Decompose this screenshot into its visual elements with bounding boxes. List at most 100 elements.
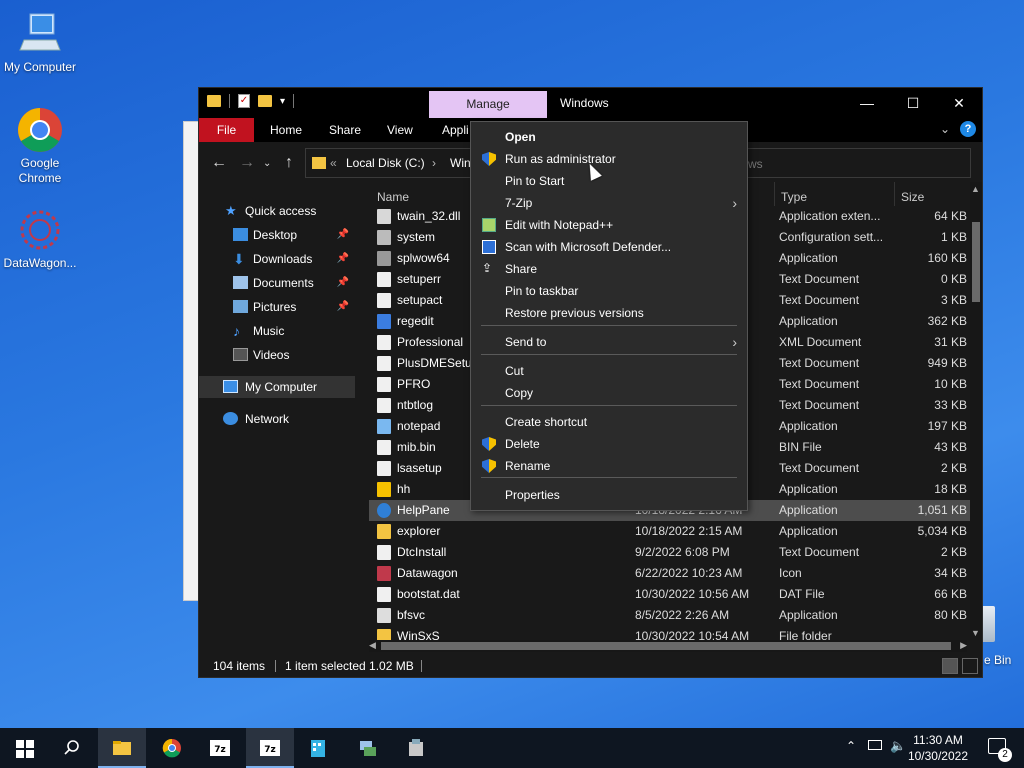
volume-icon[interactable]: 🔈 (890, 738, 906, 754)
title-bar[interactable]: ✓ ▾ Manage Windows — ☐ ✕ (199, 88, 982, 118)
file-size: 80 KB (934, 608, 967, 622)
start-button[interactable] (0, 728, 48, 768)
table-row[interactable]: DtcInstall 9/2/2022 6:08 PM Text Document 2… (369, 542, 971, 563)
file-size: 2 KB (940, 461, 967, 475)
menu-item-send-to[interactable]: Send to › (471, 331, 747, 353)
menu-item-7-zip[interactable]: 7-Zip › (471, 192, 747, 214)
menu-item-pin-to-start[interactable]: Pin to Start (471, 170, 747, 192)
maximize-button[interactable]: ☐ (890, 88, 936, 118)
forward-arrow-icon[interactable]: → (239, 154, 255, 172)
sidebar-item-pictures[interactable]: Pictures 📌 (199, 296, 355, 318)
address-overflow-icon[interactable]: « (330, 156, 337, 170)
menu-item-restore-previous-versions[interactable]: Restore previous versions (471, 302, 747, 324)
taskbar-7zip-2[interactable]: 7z (246, 728, 294, 768)
sidebar-item-music[interactable]: ♪ Music (199, 320, 355, 342)
sidebar-item-desktop[interactable]: Desktop 📌 (199, 224, 355, 246)
desktop-icon-datawagon[interactable]: DataWagon... (0, 206, 80, 271)
search-icon (64, 740, 79, 755)
file-name: PlusDMESetup (397, 356, 479, 370)
address-bar[interactable]: « Local Disk (C:) › Wind (305, 148, 477, 178)
column-divider[interactable] (774, 182, 775, 206)
customize-toolbar-icon[interactable]: ▾ (280, 96, 285, 107)
search-button[interactable] (48, 728, 96, 768)
tab-manage[interactable]: Manage (429, 91, 547, 118)
details-view-icon[interactable] (942, 658, 958, 674)
menu-item-properties[interactable]: Properties (471, 484, 747, 506)
minimize-button[interactable]: — (844, 88, 890, 118)
menu-item-open[interactable]: Open (471, 126, 747, 148)
up-arrow-icon[interactable]: ↑ (285, 154, 293, 172)
file-type: Application (779, 251, 838, 265)
taskbar-file-explorer[interactable] (98, 728, 146, 768)
menu-item-cut[interactable]: Cut (471, 360, 747, 382)
horizontal-scrollbar[interactable]: ◀ ▶ (369, 640, 967, 652)
vertical-scrollbar[interactable]: ▲ ▼ (970, 182, 982, 640)
menu-item-scan-with-microsoft-defender[interactable]: Scan with Microsoft Defender... (471, 236, 747, 258)
sidebar-item-downloads[interactable]: ⬇ Downloads 📌 (199, 248, 355, 270)
tab-home[interactable]: Home (270, 118, 302, 142)
taskbar-chrome[interactable] (148, 728, 196, 768)
sidebar-item-documents[interactable]: Documents 📌 (199, 272, 355, 294)
sidebar-item-quick-access[interactable]: ★ Quick access (199, 200, 355, 222)
tab-file[interactable]: File (199, 118, 254, 142)
tab-application-tools[interactable]: Appli (442, 118, 469, 142)
breadcrumb-local-disk[interactable]: Local Disk (C:) (346, 156, 425, 170)
folder-icon[interactable] (207, 95, 221, 107)
breadcrumb-separator-icon[interactable]: › (432, 156, 436, 170)
taskbar-app[interactable] (294, 728, 342, 768)
properties-icon[interactable]: ✓ (238, 94, 250, 108)
sidebar-item-network[interactable]: Network (199, 408, 355, 430)
text-file-icon (377, 461, 391, 476)
taskbar-7zip[interactable]: 7z (196, 728, 244, 768)
taskbar-archive-app[interactable] (392, 728, 440, 768)
menu-item-edit-with-notepad[interactable]: Edit with Notepad++ (471, 214, 747, 236)
help-icon[interactable]: ? (960, 121, 976, 137)
pin-icon[interactable]: 📌 (337, 224, 349, 246)
menu-item-share[interactable]: ⇪ Share (471, 258, 747, 280)
sidebar-item-my-computer[interactable]: My Computer (199, 376, 355, 398)
recent-locations-icon[interactable]: ⌄ (263, 158, 271, 169)
table-row[interactable]: explorer 10/18/2022 2:15 AM Application 5,0… (369, 521, 971, 542)
sidebar-item-videos[interactable]: Videos (199, 344, 355, 366)
column-header-type[interactable]: Type (781, 190, 807, 204)
menu-item-rename[interactable]: Rename (471, 455, 747, 477)
menu-item-run-as-administrator[interactable]: Run as administrator (471, 148, 747, 170)
expand-ribbon-icon[interactable]: ⌄ (940, 122, 950, 136)
chevron-up-icon[interactable]: ⌃ (846, 739, 856, 753)
pin-icon[interactable]: 📌 (337, 296, 349, 318)
menu-item-create-shortcut[interactable]: Create shortcut (471, 411, 747, 433)
menu-item-delete[interactable]: Delete (471, 433, 747, 455)
scroll-thumb[interactable] (972, 222, 980, 302)
pin-icon[interactable]: 📌 (337, 248, 349, 270)
scroll-left-icon[interactable]: ◀ (369, 640, 376, 651)
scroll-right-icon[interactable]: ▶ (960, 640, 967, 651)
table-row[interactable]: bfsvc 8/5/2022 2:26 AM Application 80 KB (369, 605, 971, 626)
menu-item-pin-to-taskbar[interactable]: Pin to taskbar (471, 280, 747, 302)
scroll-up-icon[interactable]: ▲ (971, 184, 980, 194)
back-arrow-icon[interactable]: ← (211, 154, 227, 172)
taskbar-network-app[interactable] (344, 728, 392, 768)
new-folder-icon[interactable] (258, 95, 272, 107)
column-header-name[interactable]: Name (377, 190, 409, 204)
table-row[interactable]: Datawagon 6/22/2022 10:23 AM Icon 34 KB (369, 563, 971, 584)
close-button[interactable]: ✕ (936, 88, 982, 118)
pin-icon[interactable]: 📌 (337, 272, 349, 294)
table-row[interactable]: bootstat.dat 10/30/2022 10:56 AM DAT File 6… (369, 584, 971, 605)
column-divider[interactable] (894, 182, 895, 206)
large-icons-view-icon[interactable] (962, 658, 978, 674)
desktop-icon-my-computer[interactable]: My Computer (0, 10, 80, 75)
separator (275, 660, 276, 672)
network-icon[interactable] (868, 740, 882, 750)
column-header-size[interactable]: Size (901, 190, 924, 204)
sidebar-item-label: Desktop (253, 228, 298, 242)
separator (293, 94, 295, 108)
search-input[interactable]: ws (739, 148, 971, 178)
clock[interactable]: 11:30 AM 10/30/2022 (908, 732, 968, 764)
scroll-down-icon[interactable]: ▼ (971, 628, 980, 638)
tab-share[interactable]: Share (329, 118, 361, 142)
desktop-icon-chrome[interactable]: Google Chrome (0, 106, 80, 186)
menu-item-copy[interactable]: Copy (471, 382, 747, 404)
tab-view[interactable]: View (387, 118, 413, 142)
scroll-thumb[interactable] (381, 642, 951, 650)
file-name: Professional (397, 335, 464, 349)
